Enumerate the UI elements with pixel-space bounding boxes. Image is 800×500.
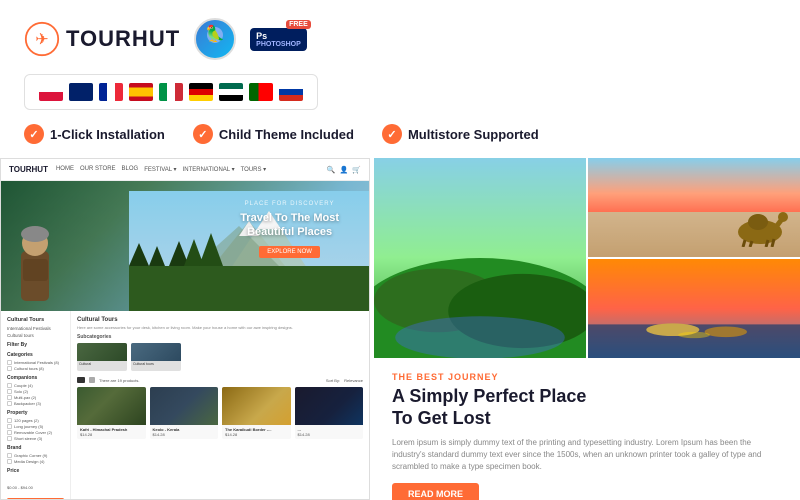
store-description: Here are some accessories for your desk,… [77, 325, 363, 330]
flag-france [99, 83, 123, 101]
subcategories-label: Subcategories [77, 334, 363, 340]
sort-label: Sort By: [326, 378, 340, 383]
grid-view-icon[interactable] [77, 377, 85, 383]
store-content: Cultural Tours International Festivals C… [1, 311, 369, 500]
store-preview: TOURHUT HOME OUR STORE BLOG FESTIVAL ▾ I… [0, 158, 370, 500]
journey-label: THE BEST JOURNEY [392, 372, 782, 382]
check-icon-3: ✓ [382, 124, 402, 144]
features-row: ✓ 1-Click Installation ✓ Child Theme Inc… [24, 124, 776, 144]
logo-icon: ✈ [24, 21, 60, 57]
product-grid: Kafri - Himachal Pradesh $14.28 Keolo - … [77, 387, 363, 439]
check-icon-2: ✓ [193, 124, 213, 144]
hero-cta-button[interactable]: EXPLORE NOW [259, 246, 320, 258]
product-card-3[interactable]: The Karaikudi Border -... $14.28 [222, 387, 291, 439]
store-hero: PLACE FOR DISCOVERY Travel To The MostBe… [1, 181, 369, 311]
flag-portugal [249, 83, 273, 101]
store-main-header: Cultural Tours Here are some accessories… [77, 317, 363, 330]
flag-row [24, 74, 318, 110]
store-nav: TOURHUT HOME OUR STORE BLOG FESTIVAL ▾ I… [1, 159, 369, 181]
hero-title: Travel To The MostBeautiful Places [240, 211, 339, 240]
sidebar-filter-title: Filter By [7, 342, 64, 348]
svg-text:✈: ✈ [35, 30, 49, 48]
feature-multistore: ✓ Multistore Supported [382, 124, 539, 144]
flag-spain [129, 83, 153, 101]
sidebar-link-festivals[interactable]: International Festivals [7, 326, 64, 331]
toolbar-row: There are 19 products. Sort By: Relevanc… [77, 377, 363, 383]
store-breadcrumb: Cultural Tours [77, 317, 363, 323]
flag-uk [69, 83, 93, 101]
logo-row: ✈ TOURHUT 🦜 Ps PHOTOSHOP [24, 18, 776, 60]
sidebar-link-cultural[interactable]: Cultural tours [7, 333, 64, 338]
photo-grid [374, 158, 800, 358]
camel-svg [730, 197, 790, 247]
store-nav-links: HOME OUR STORE BLOG FESTIVAL ▾ INTERNATI… [56, 166, 266, 173]
product-card-4[interactable]: ... $14.28 [295, 387, 364, 439]
hero-subtitle: PLACE FOR DISCOVERY [240, 201, 339, 207]
sidebar-property-title: Property [7, 410, 64, 416]
flag-russia [279, 83, 303, 101]
sidebar-title: Cultural Tours [7, 317, 64, 323]
bottom-right-panel: THE BEST JOURNEY A Simply Perfect PlaceT… [374, 358, 800, 500]
search-icon[interactable]: 🔍 [327, 166, 336, 174]
avatar-badge: 🦜 [194, 18, 236, 60]
check-icon-1: ✓ [24, 124, 44, 144]
read-more-button[interactable]: READ MORE [392, 483, 479, 500]
store-nav-logo: TOURHUT [9, 165, 48, 174]
sidebar-categories-title: Categories [7, 352, 64, 358]
feature-child-theme-label: Child Theme Included [219, 127, 354, 142]
user-icon[interactable]: 👤 [340, 166, 349, 174]
logo-text: TOURHUT [66, 26, 180, 52]
feature-multistore-label: Multistore Supported [408, 127, 539, 142]
photo-green-landscape [374, 158, 586, 358]
sidebar-cat-1: International Festivals (8) [7, 360, 64, 365]
main-container: ✈ TOURHUT 🦜 Ps PHOTOSHOP [0, 0, 800, 500]
product-card-1[interactable]: Kafri - Himachal Pradesh $14.28 [77, 387, 146, 439]
right-section: THE BEST JOURNEY A Simply Perfect PlaceT… [374, 158, 800, 500]
feature-1-click: ✓ 1-Click Installation [24, 124, 165, 144]
store-sidebar: Cultural Tours International Festivals C… [1, 311, 71, 500]
top-section: ✈ TOURHUT 🦜 Ps PHOTOSHOP [0, 0, 800, 158]
subcategory-card-1[interactable]: Cultural [77, 343, 127, 371]
feature-1-click-label: 1-Click Installation [50, 127, 165, 142]
hero-text: PLACE FOR DISCOVERY Travel To The MostBe… [240, 201, 339, 258]
bottom-section: TOURHUT HOME OUR STORE BLOG FESTIVAL ▾ I… [0, 158, 800, 500]
photo-camel [588, 158, 800, 257]
flag-uae [219, 83, 243, 101]
photo-sunset [588, 259, 800, 358]
list-view-icon[interactable] [89, 377, 95, 383]
feature-child-theme: ✓ Child Theme Included [193, 124, 354, 144]
flag-germany [189, 83, 213, 101]
subcategory-card-2[interactable]: Cultural tours [131, 343, 181, 371]
flag-poland [39, 83, 63, 101]
store-main: Cultural Tours Here are some accessories… [71, 311, 369, 500]
svg-text:🦜: 🦜 [205, 24, 225, 43]
sidebar-cat-2: Cultural tours (8) [7, 366, 64, 371]
ps-badge: Ps PHOTOSHOP [250, 28, 307, 51]
flag-italy [159, 83, 183, 101]
product-count: There are 19 products. [99, 378, 139, 383]
hero-person [13, 221, 58, 311]
feature-description: Lorem ipsum is simply dummy text of the … [392, 437, 782, 473]
sidebar-companions-title: Companions [7, 375, 64, 381]
feature-title: A Simply Perfect PlaceTo Get Lost [392, 386, 782, 429]
product-card-2[interactable]: Keolo - Kerala $14.28 [150, 387, 219, 439]
logo: ✈ TOURHUT [24, 21, 180, 57]
sort-value[interactable]: Relevance [344, 378, 363, 383]
subcategory-items: Cultural Cultural tours [77, 343, 363, 371]
cart-icon[interactable]: 🛒 [352, 166, 361, 174]
